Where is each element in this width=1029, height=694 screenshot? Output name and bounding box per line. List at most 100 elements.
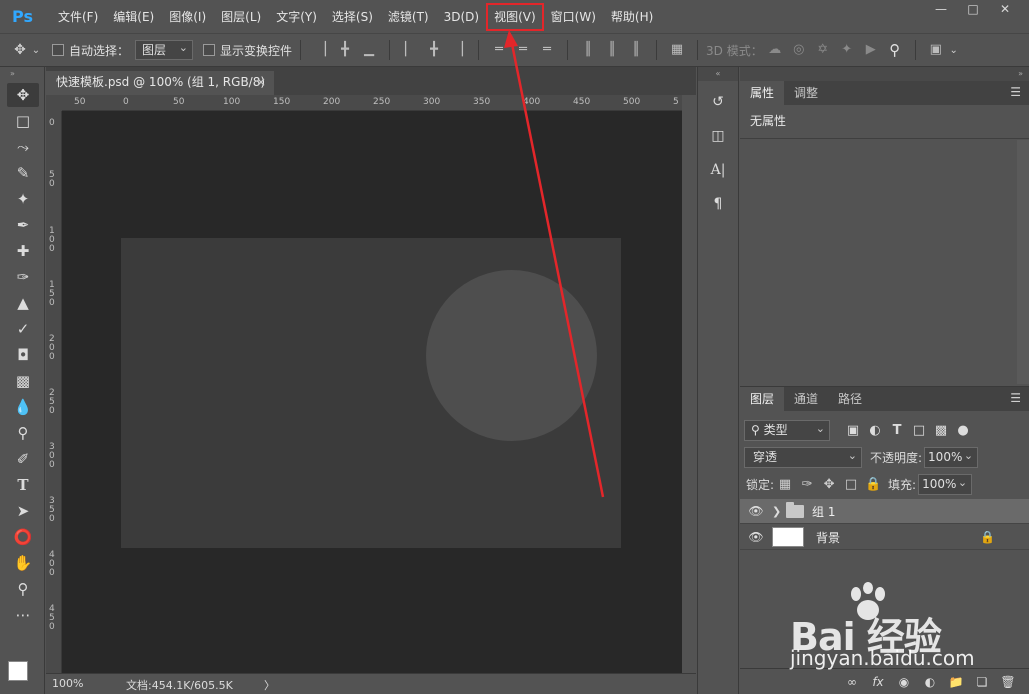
eyedropper-icon[interactable]: ✒ [7, 213, 39, 237]
healing-icon[interactable]: ✚ [7, 239, 39, 263]
image-filter-icon[interactable]: ▣ [842, 423, 864, 438]
type-filter-icon[interactable]: T [886, 423, 908, 438]
character-icon[interactable]: A| [703, 157, 733, 183]
menu-image[interactable]: 图像(I) [163, 5, 212, 29]
menu-filter[interactable]: 滤镜(T) [382, 5, 435, 29]
auto-select-dropdown[interactable]: 图层 [135, 39, 194, 60]
distribute-hcenter-icon[interactable]: ║ [603, 41, 621, 59]
chevron-down-icon[interactable]: ⌄ [30, 40, 42, 60]
chevron-right-icon[interactable]: 〉 [264, 677, 275, 693]
fill-input[interactable]: 100% [918, 473, 973, 495]
3d-pan-icon[interactable]: ✡ [814, 41, 832, 59]
move-tool-icon[interactable]: ✥ [10, 40, 30, 60]
history-icon[interactable]: ↺ [703, 89, 733, 115]
foreground-color[interactable] [8, 661, 28, 681]
path-select-icon[interactable]: ➤ [7, 499, 39, 523]
panel-menu-icon[interactable]: ☰ [1010, 391, 1021, 405]
lock-position-icon[interactable]: ✥ [818, 477, 840, 492]
blur-icon[interactable]: 💧 [7, 395, 39, 419]
gradient-icon[interactable]: ▩ [7, 369, 39, 393]
dodge-icon[interactable]: ⚲ [7, 421, 39, 445]
tab-paths[interactable]: 路径 [828, 387, 872, 411]
eraser-icon[interactable]: ◘ [7, 343, 39, 367]
collapse-icon[interactable]: « [698, 67, 738, 81]
align-bottom-icon[interactable]: ▁ [360, 41, 378, 59]
distribute-vcenter-icon[interactable]: ═ [514, 41, 532, 59]
align-top-icon[interactable]: ▕ [312, 41, 330, 59]
close-icon[interactable]: ✕ [989, 0, 1021, 18]
tab-properties[interactable]: 属性 [740, 81, 785, 105]
tab-channels[interactable]: 通道 [784, 387, 828, 411]
menu-help[interactable]: 帮助(H) [605, 5, 659, 29]
show-transform-checkbox[interactable] [203, 44, 216, 56]
color-swatches[interactable] [8, 661, 38, 689]
distribute-top-icon[interactable]: ═ [490, 41, 508, 59]
adjustment-filter-icon[interactable]: ◐ [864, 423, 886, 438]
align-hcenter-icon[interactable]: ╋ [425, 41, 443, 59]
smart-object-filter-icon[interactable]: ▩ [930, 423, 952, 438]
menu-layer[interactable]: 图层(L) [215, 5, 267, 29]
minimize-icon[interactable]: — [925, 0, 957, 18]
align-left-icon[interactable]: ▏ [401, 41, 419, 59]
distribute-right-icon[interactable]: ║ [627, 41, 645, 59]
document-canvas[interactable] [121, 238, 621, 548]
layer-row-group[interactable]: 👁 ❯ 组 1 [740, 499, 1029, 524]
menu-3d[interactable]: 3D(D) [438, 5, 485, 29]
distribute-left-icon[interactable]: ║ [579, 41, 597, 59]
stamp-icon[interactable]: ▲ [7, 291, 39, 315]
marquee-icon[interactable]: □ [7, 109, 39, 133]
collapse-icon[interactable]: » [740, 67, 1029, 81]
blend-mode-dropdown[interactable]: 穿透 [744, 446, 862, 468]
distribute-bottom-icon[interactable]: ═ [538, 41, 556, 59]
history-brush-icon[interactable]: ✓ [7, 317, 39, 341]
layer-row-background[interactable]: 👁 背景 🔒 [740, 525, 1029, 550]
opacity-input[interactable]: 100% [924, 446, 979, 468]
circle-shape[interactable] [426, 270, 597, 441]
menu-view[interactable]: 视图(V) [486, 2, 544, 31]
align-right-icon[interactable]: ▕ [449, 41, 467, 59]
quick-select-icon[interactable]: ✎ [7, 161, 39, 185]
workspace-icon[interactable]: ▣ [927, 41, 945, 59]
lock-transparent-icon[interactable]: ▦ [774, 477, 796, 492]
ellipse-icon[interactable]: ⭕ [7, 525, 39, 549]
align-vcenter-icon[interactable]: ╋ [336, 41, 354, 59]
chevron-down-icon[interactable]: ⌄ [948, 40, 960, 60]
lock-pixels-icon[interactable]: ✑ [796, 477, 818, 492]
pen-icon[interactable]: ✐ [7, 447, 39, 471]
search-icon[interactable]: ⚲ [886, 41, 904, 59]
vertical-scrollbar[interactable] [682, 95, 696, 673]
eye-icon[interactable]: 👁 [740, 504, 772, 518]
menu-file[interactable]: 文件(F) [52, 5, 104, 29]
3d-orbit-icon[interactable]: ☁ [766, 41, 784, 59]
auto-select-checkbox[interactable] [52, 44, 64, 56]
panel-menu-icon[interactable]: ☰ [1010, 85, 1021, 99]
paragraph-icon[interactable]: ¶ [703, 191, 733, 217]
eye-icon[interactable]: 👁 [740, 530, 772, 544]
type-icon[interactable]: T [7, 473, 39, 497]
menu-edit[interactable]: 编辑(E) [107, 5, 160, 29]
more-icon[interactable]: ⋯ [7, 603, 39, 627]
auto-align-icon[interactable]: ▦ [668, 41, 686, 59]
chevron-right-icon[interactable]: ❯ [772, 505, 782, 518]
adjust-icon[interactable]: ◫ [703, 123, 733, 149]
restore-icon[interactable]: □ [957, 0, 989, 18]
canvas-area[interactable] [62, 111, 682, 673]
collapse-icon[interactable]: » [0, 67, 44, 81]
3d-slide-icon[interactable]: ✦ [838, 41, 856, 59]
lock-artboard-icon[interactable]: □ [840, 477, 862, 492]
document-tab[interactable]: 快速模板.psd @ 100% (组 1, RGB/8) × [46, 71, 274, 95]
close-icon[interactable]: × [256, 71, 266, 93]
menu-window[interactable]: 窗口(W) [545, 5, 602, 29]
tab-layers[interactable]: 图层 [740, 387, 785, 411]
3d-camera-icon[interactable]: ▶ [862, 41, 880, 59]
crop-icon[interactable]: ✦ [7, 187, 39, 211]
brush-icon[interactable]: ✑ [7, 265, 39, 289]
shape-filter-icon[interactable]: □ [908, 423, 930, 438]
menu-type[interactable]: 文字(Y) [270, 5, 323, 29]
zoom-icon[interactable]: ⚲ [7, 577, 39, 601]
3d-roll-icon[interactable]: ◎ [790, 41, 808, 59]
zoom-level[interactable]: 100% [52, 677, 83, 690]
filter-toggle-icon[interactable]: ● [952, 423, 974, 438]
move-icon[interactable]: ✥ [7, 83, 39, 107]
hand-icon[interactable]: ✋ [7, 551, 39, 575]
